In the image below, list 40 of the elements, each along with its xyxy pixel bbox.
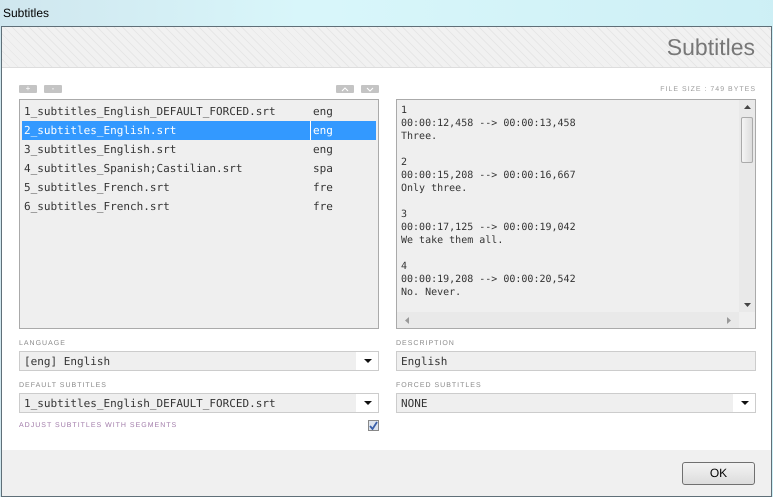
move-down-button[interactable] — [361, 85, 379, 93]
horizontal-scrollbar[interactable] — [397, 312, 739, 328]
file-name: 2_subtitles_English.srt — [22, 121, 311, 140]
file-language: eng — [312, 143, 333, 156]
scroll-left-icon — [405, 316, 409, 324]
language-dropdown[interactable]: [eng] English — [19, 351, 379, 371]
file-name: 3_subtitles_English.srt — [23, 142, 178, 158]
file-row[interactable]: 4_subtitles_Spanish;Castilian.srt spa — [22, 159, 376, 178]
adjust-checkbox[interactable] — [368, 420, 379, 431]
file-name: 4_subtitles_Spanish;Castilian.srt — [23, 161, 244, 177]
move-up-button[interactable] — [336, 85, 354, 93]
scroll-right-icon — [727, 316, 731, 324]
dropdown-arrow-icon — [364, 401, 372, 405]
scroll-thumb[interactable] — [741, 117, 753, 163]
file-language: fre — [312, 181, 333, 194]
file-row[interactable]: 3_subtitles_English.srt eng — [22, 140, 376, 159]
forced-subtitles-dropdown[interactable]: NONE — [396, 393, 756, 413]
file-name: 6_subtitles_French.srt — [23, 199, 171, 215]
description-field[interactable]: English — [396, 351, 756, 371]
file-language: fre — [312, 200, 333, 213]
dropdown-arrow-icon — [364, 359, 372, 363]
chevron-down-icon — [366, 86, 374, 92]
default-subtitles-dropdown[interactable]: 1_subtitles_English_DEFAULT_FORCED.srt — [19, 393, 379, 413]
file-name: 1_subtitles_English_DEFAULT_FORCED.srt — [23, 104, 277, 120]
window-title: Subtitles — [3, 6, 50, 20]
file-name: 5_subtitles_French.srt — [23, 180, 171, 196]
scroll-down-icon — [744, 303, 750, 307]
file-language: spa — [312, 162, 333, 175]
file-language: eng — [312, 105, 333, 118]
subtitle-text: 1 00:00:12,458 --> 00:00:13,458 Three. 2 00:00:15,208 --> 00:00:16,667 Only three. 3 00:00:17,125 --> 00:00:19,042 We take them all. 4 00:00:19,208 --> 00:00:20,542 No. Never. — [400, 104, 577, 300]
vertical-scrollbar[interactable] — [739, 100, 755, 312]
header-title: Subtitles — [666, 34, 755, 60]
file-row[interactable]: 6_subtitles_French.srt fre — [22, 197, 376, 216]
file-row[interactable]: 5_subtitles_French.srt fre — [22, 178, 376, 197]
dropdown-arrow-icon — [741, 401, 749, 405]
file-language: eng — [312, 124, 333, 137]
scroll-up-icon — [744, 105, 750, 109]
file-row[interactable]: 1_subtitles_English_DEFAULT_FORCED.srt eng — [22, 102, 376, 121]
ok-button[interactable]: OK — [682, 462, 755, 484]
chevron-up-icon — [341, 86, 349, 92]
